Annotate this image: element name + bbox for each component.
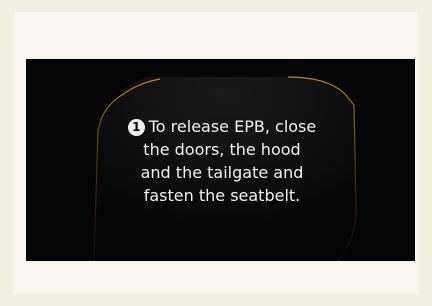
message-text-1: To release EPB, close [148, 117, 317, 136]
message-line-2: the doors, the hood [143, 140, 301, 159]
epb-release-message: 1 To release EPB, close the doors, the ho… [112, 115, 332, 207]
message-line-3: and the tailgate and [140, 163, 304, 182]
message-line-4: fasten the seatbelt. [143, 186, 301, 205]
message-line-1: 1 To release EPB, close [112, 115, 332, 138]
step-number-badge: 1 [127, 119, 145, 136]
instrument-cluster-display: 1 To release EPB, close the doors, the ho… [26, 59, 415, 261]
